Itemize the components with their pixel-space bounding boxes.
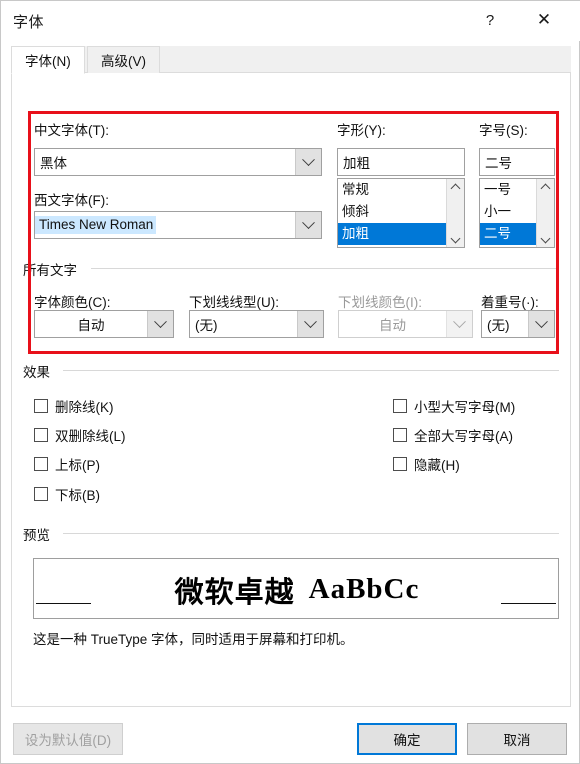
checkbox-double-strikethrough[interactable]: 双删除线(L) [34, 425, 126, 445]
checkbox-box[interactable] [34, 399, 48, 413]
scroll-up-icon[interactable] [537, 179, 555, 197]
list-item[interactable]: 一号 [480, 179, 536, 201]
western-font-label: 西文字体(F): [34, 193, 109, 208]
tab-font[interactable]: 字体(N) [11, 46, 85, 74]
set-default-button: 设为默认值(D) [13, 723, 123, 755]
checkbox-strikethrough[interactable]: 删除线(K) [34, 396, 114, 416]
underline-style-label: 下划线线型(U): [189, 295, 279, 310]
font-color-value: 自动 [77, 318, 105, 333]
underline-color-label: 下划线颜色(I): [338, 295, 422, 310]
preview-note: 这是一种 TrueType 字体，同时适用于屏幕和打印机。 [33, 632, 354, 647]
list-item[interactable]: 倾斜 [338, 201, 446, 223]
checkbox-label: 上标(P) [55, 458, 100, 473]
checkbox-label: 小型大写字母(M) [414, 400, 516, 415]
chevron-down-icon[interactable] [295, 149, 321, 175]
checkbox-all-caps[interactable]: 全部大写字母(A) [393, 425, 513, 445]
title-bar: 字体 ? ✕ [1, 1, 580, 41]
checkbox-label: 隐藏(H) [414, 458, 460, 473]
font-style-listbox[interactable]: 常规 倾斜 加粗 [337, 178, 465, 248]
checkbox-hidden[interactable]: 隐藏(H) [393, 454, 460, 474]
font-size-input[interactable]: 二号 [479, 148, 555, 176]
underline-color-combo: 自动 [338, 310, 473, 338]
checkbox-box[interactable] [393, 457, 407, 471]
all-text-group-divider [91, 268, 559, 269]
preview-group-label: 预览 [23, 524, 56, 544]
emphasis-mark-label: 着重号(·): [481, 295, 539, 310]
font-size-listbox[interactable]: 一号 小一 二号 [479, 178, 555, 248]
checkbox-box[interactable] [34, 487, 48, 501]
chevron-down-icon[interactable] [295, 212, 321, 238]
list-item[interactable]: 常规 [338, 179, 446, 201]
checkbox-superscript[interactable]: 上标(P) [34, 454, 100, 474]
underline-style-value: (无) [195, 318, 218, 333]
list-item[interactable]: 加粗 [338, 223, 446, 245]
tab-strip: 字体(N) 高级(V) [11, 46, 571, 74]
western-font-value-wrap: Times New Roman [35, 212, 295, 238]
emphasis-mark-combo[interactable]: (无) [481, 310, 555, 338]
font-style-scrollbar[interactable] [446, 179, 464, 247]
font-size-scrollbar[interactable] [536, 179, 554, 247]
preview-box: 微软卓越 AaBbCc [33, 558, 559, 619]
effects-group-label: 效果 [23, 361, 56, 381]
chevron-down-icon[interactable] [147, 311, 173, 337]
checkbox-small-caps[interactable]: 小型大写字母(M) [393, 396, 515, 416]
font-color-combo[interactable]: 自动 [34, 310, 174, 338]
font-size-label: 字号(S): [479, 123, 528, 138]
font-style-items: 常规 倾斜 加粗 [338, 179, 446, 247]
help-icon[interactable]: ? [473, 5, 507, 35]
font-size-items: 一号 小一 二号 [480, 179, 536, 247]
scroll-down-icon[interactable] [447, 229, 465, 247]
chinese-font-label: 中文字体(T): [34, 123, 109, 138]
chevron-down-icon[interactable] [528, 311, 554, 337]
all-text-group-label: 所有文字 [23, 259, 83, 279]
tab-advanced[interactable]: 高级(V) [87, 46, 160, 74]
close-icon[interactable]: ✕ [527, 5, 561, 35]
preview-sample-text: 微软卓越 AaBbCc [34, 559, 558, 618]
chinese-font-value: 黑体 [40, 156, 67, 171]
emphasis-mark-value: (无) [487, 318, 510, 333]
font-style-label: 字形(Y): [337, 123, 386, 138]
ok-button[interactable]: 确定 [357, 723, 457, 755]
font-dialog: 字体 ? ✕ 字体(N) 高级(V) 中文字体(T): 黑体 西文字体(F): … [0, 0, 580, 764]
checkbox-box[interactable] [34, 457, 48, 471]
preview-group-divider [63, 533, 559, 534]
font-color-label: 字体颜色(C): [34, 295, 111, 310]
checkbox-subscript[interactable]: 下标(B) [34, 484, 100, 504]
underline-style-combo[interactable]: (无) [189, 310, 324, 338]
list-item[interactable]: 小一 [480, 201, 536, 223]
scroll-up-icon[interactable] [447, 179, 465, 197]
preview-sample-cn: 微软卓越 [174, 574, 295, 609]
checkbox-label: 双删除线(L) [55, 429, 126, 444]
chinese-font-combo[interactable]: 黑体 [34, 148, 322, 176]
western-font-value: Times New Roman [35, 216, 157, 234]
effects-group-divider [63, 370, 559, 371]
checkbox-label: 全部大写字母(A) [414, 429, 513, 444]
dialog-title: 字体 [13, 14, 45, 31]
list-item[interactable]: 二号 [480, 223, 536, 245]
checkbox-box[interactable] [34, 428, 48, 442]
cancel-button[interactable]: 取消 [467, 723, 567, 755]
checkbox-label: 删除线(K) [55, 400, 114, 415]
font-style-input[interactable]: 加粗 [337, 148, 465, 176]
scroll-down-icon[interactable] [537, 229, 555, 247]
underline-color-value: 自动 [379, 318, 406, 333]
checkbox-label: 下标(B) [55, 488, 100, 503]
chevron-down-icon [446, 311, 472, 337]
checkbox-box[interactable] [393, 399, 407, 413]
chevron-down-icon[interactable] [297, 311, 323, 337]
checkbox-box[interactable] [393, 428, 407, 442]
preview-sample-en: AaBbCc [308, 573, 420, 605]
western-font-combo[interactable]: Times New Roman [34, 211, 322, 239]
